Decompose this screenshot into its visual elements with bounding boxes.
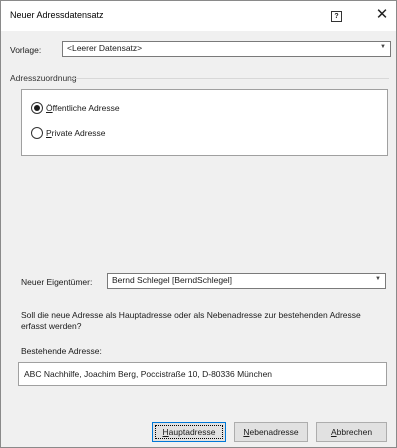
template-dropdown[interactable]: <Leerer Datensatz> ▼ xyxy=(62,41,391,57)
private-address-text: rivate Adresse xyxy=(51,128,106,138)
dialog-window: Neuer Adressdatensatz ? ✕ Vorlage: <Leer… xyxy=(0,0,397,448)
group-divider xyxy=(71,78,389,79)
address-assignment-group-title: Adresszuordnung xyxy=(10,73,77,83)
private-address-label[interactable]: Private Adresse xyxy=(46,128,106,138)
close-icon[interactable]: ✕ xyxy=(373,6,391,24)
existing-address-value: ABC Nachhilfe, Joachim Berg, Poccistraße… xyxy=(24,369,273,379)
template-label: Vorlage: xyxy=(10,45,42,55)
public-address-accel: Ö xyxy=(46,103,53,113)
title-bar: Neuer Adressdatensatz ? ✕ xyxy=(1,1,396,31)
public-address-label[interactable]: Öffentliche Adresse xyxy=(46,103,120,113)
cancel-text: bbrechen xyxy=(336,427,373,437)
help-icon[interactable]: ? xyxy=(331,11,342,22)
owner-label: Neuer Eigentümer: xyxy=(21,277,93,287)
main-address-button[interactable]: Hauptadresse xyxy=(152,422,226,442)
cancel-button[interactable]: Abbrechen xyxy=(316,422,387,442)
address-type-panel: Öffentliche Adresse Private Adresse xyxy=(21,89,388,156)
existing-address-label: Bestehende Adresse: xyxy=(21,346,102,356)
question-text: Soll die neue Adresse als Hauptadresse o… xyxy=(21,310,361,331)
dialog-title: Neuer Adressdatensatz xyxy=(10,10,104,20)
owner-value: Bernd Schlegel [BerndSchlegel] xyxy=(112,275,233,285)
chevron-down-icon: ▼ xyxy=(380,44,386,50)
template-value: <Leerer Datensatz> xyxy=(67,43,143,53)
secondary-address-button[interactable]: Nebenadresse xyxy=(234,422,308,442)
public-address-radio[interactable] xyxy=(31,102,43,114)
radio-selected-indicator xyxy=(34,105,40,111)
owner-dropdown[interactable]: Bernd Schlegel [BerndSchlegel] ▼ xyxy=(107,273,386,289)
private-address-radio[interactable] xyxy=(31,127,43,139)
public-address-text: ffentliche Adresse xyxy=(52,103,120,113)
chevron-down-icon: ▼ xyxy=(375,276,381,282)
main-address-text: auptadresse xyxy=(168,427,216,437)
existing-address-field: ABC Nachhilfe, Joachim Berg, Poccistraße… xyxy=(18,362,387,386)
secondary-address-text: ebenadresse xyxy=(249,427,299,437)
